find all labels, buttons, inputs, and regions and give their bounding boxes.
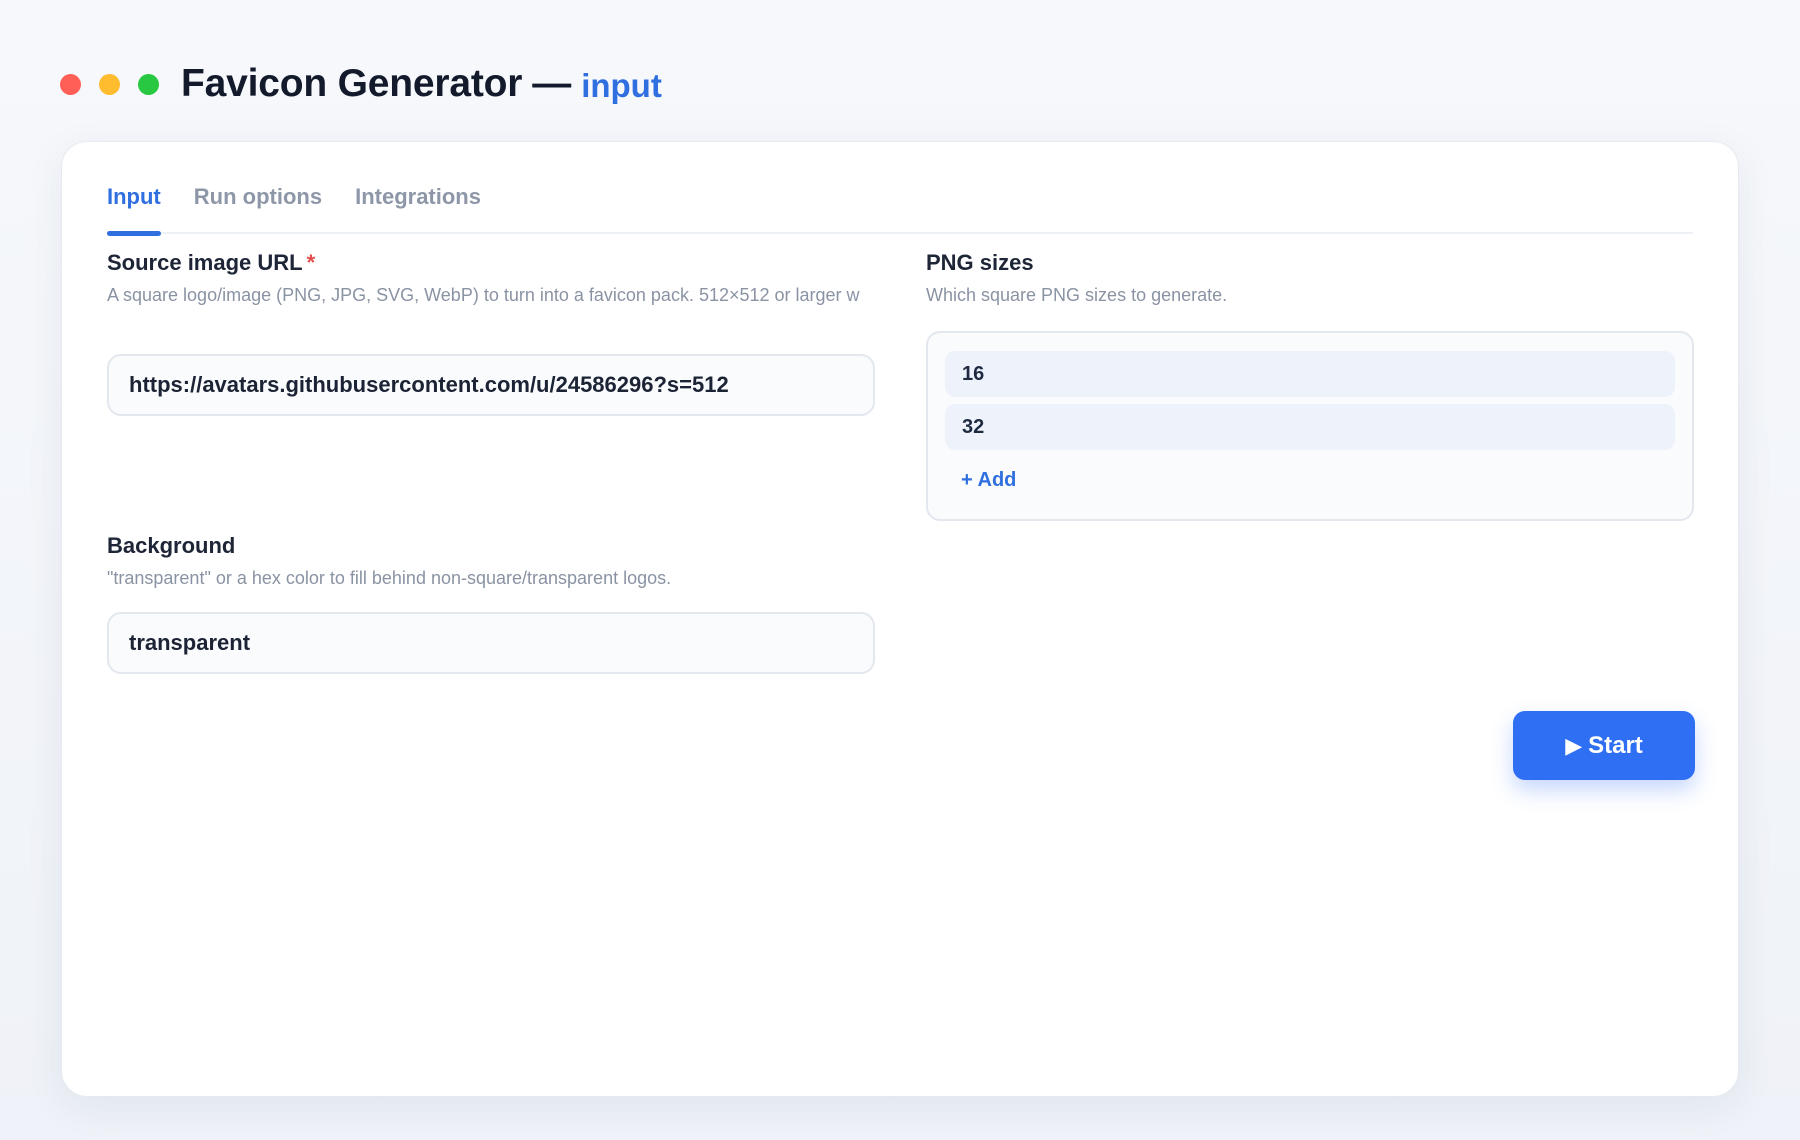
- play-icon: ▶: [1565, 732, 1583, 758]
- background-label: Background: [107, 533, 236, 558]
- minimize-window-button[interactable]: [99, 73, 120, 95]
- png-sizes-description: Which square PNG sizes to generate.: [926, 285, 1228, 305]
- tab-input[interactable]: Input: [107, 174, 161, 236]
- tab-bar: Input Run options Integrations: [107, 174, 1693, 236]
- tab-integrations[interactable]: Integrations: [355, 174, 481, 234]
- source-url-description: A square logo/image (PNG, JPG, SVG, WebP…: [107, 285, 860, 305]
- tab-run-options[interactable]: Run options: [194, 174, 322, 234]
- required-mark: *: [306, 250, 316, 275]
- maximize-window-button[interactable]: [138, 73, 159, 95]
- png-sizes-label: PNG sizes: [926, 250, 1034, 275]
- window-header: Favicon Generator — input: [60, 58, 662, 110]
- background-field: Background "transparent" or a hex color …: [107, 533, 877, 588]
- add-size-button[interactable]: + Add: [961, 469, 1016, 492]
- page-subtitle: input: [581, 67, 662, 104]
- background-description: "transparent" or a hex color to fill beh…: [107, 568, 672, 588]
- source-url-input[interactable]: [107, 354, 875, 416]
- title-separator: —: [532, 62, 572, 105]
- source-url-label: Source image URL *: [107, 250, 316, 275]
- close-window-button[interactable]: [60, 73, 81, 95]
- start-button[interactable]: ▶ Start: [1513, 711, 1695, 780]
- png-size-item[interactable]: 32: [945, 404, 1675, 450]
- input-form-card: Input Run options Integrations Source im…: [61, 141, 1739, 1097]
- source-url-field: Source image URL * A square logo/image (P…: [107, 250, 877, 305]
- background-input[interactable]: [107, 612, 875, 674]
- png-size-item[interactable]: 16: [945, 351, 1675, 397]
- png-sizes-field: PNG sizes Which square PNG sizes to gene…: [926, 250, 1696, 305]
- png-sizes-list: 16 32 + Add: [926, 331, 1694, 521]
- start-button-label: Start: [1588, 731, 1643, 759]
- app-title: Favicon Generator: [181, 62, 523, 105]
